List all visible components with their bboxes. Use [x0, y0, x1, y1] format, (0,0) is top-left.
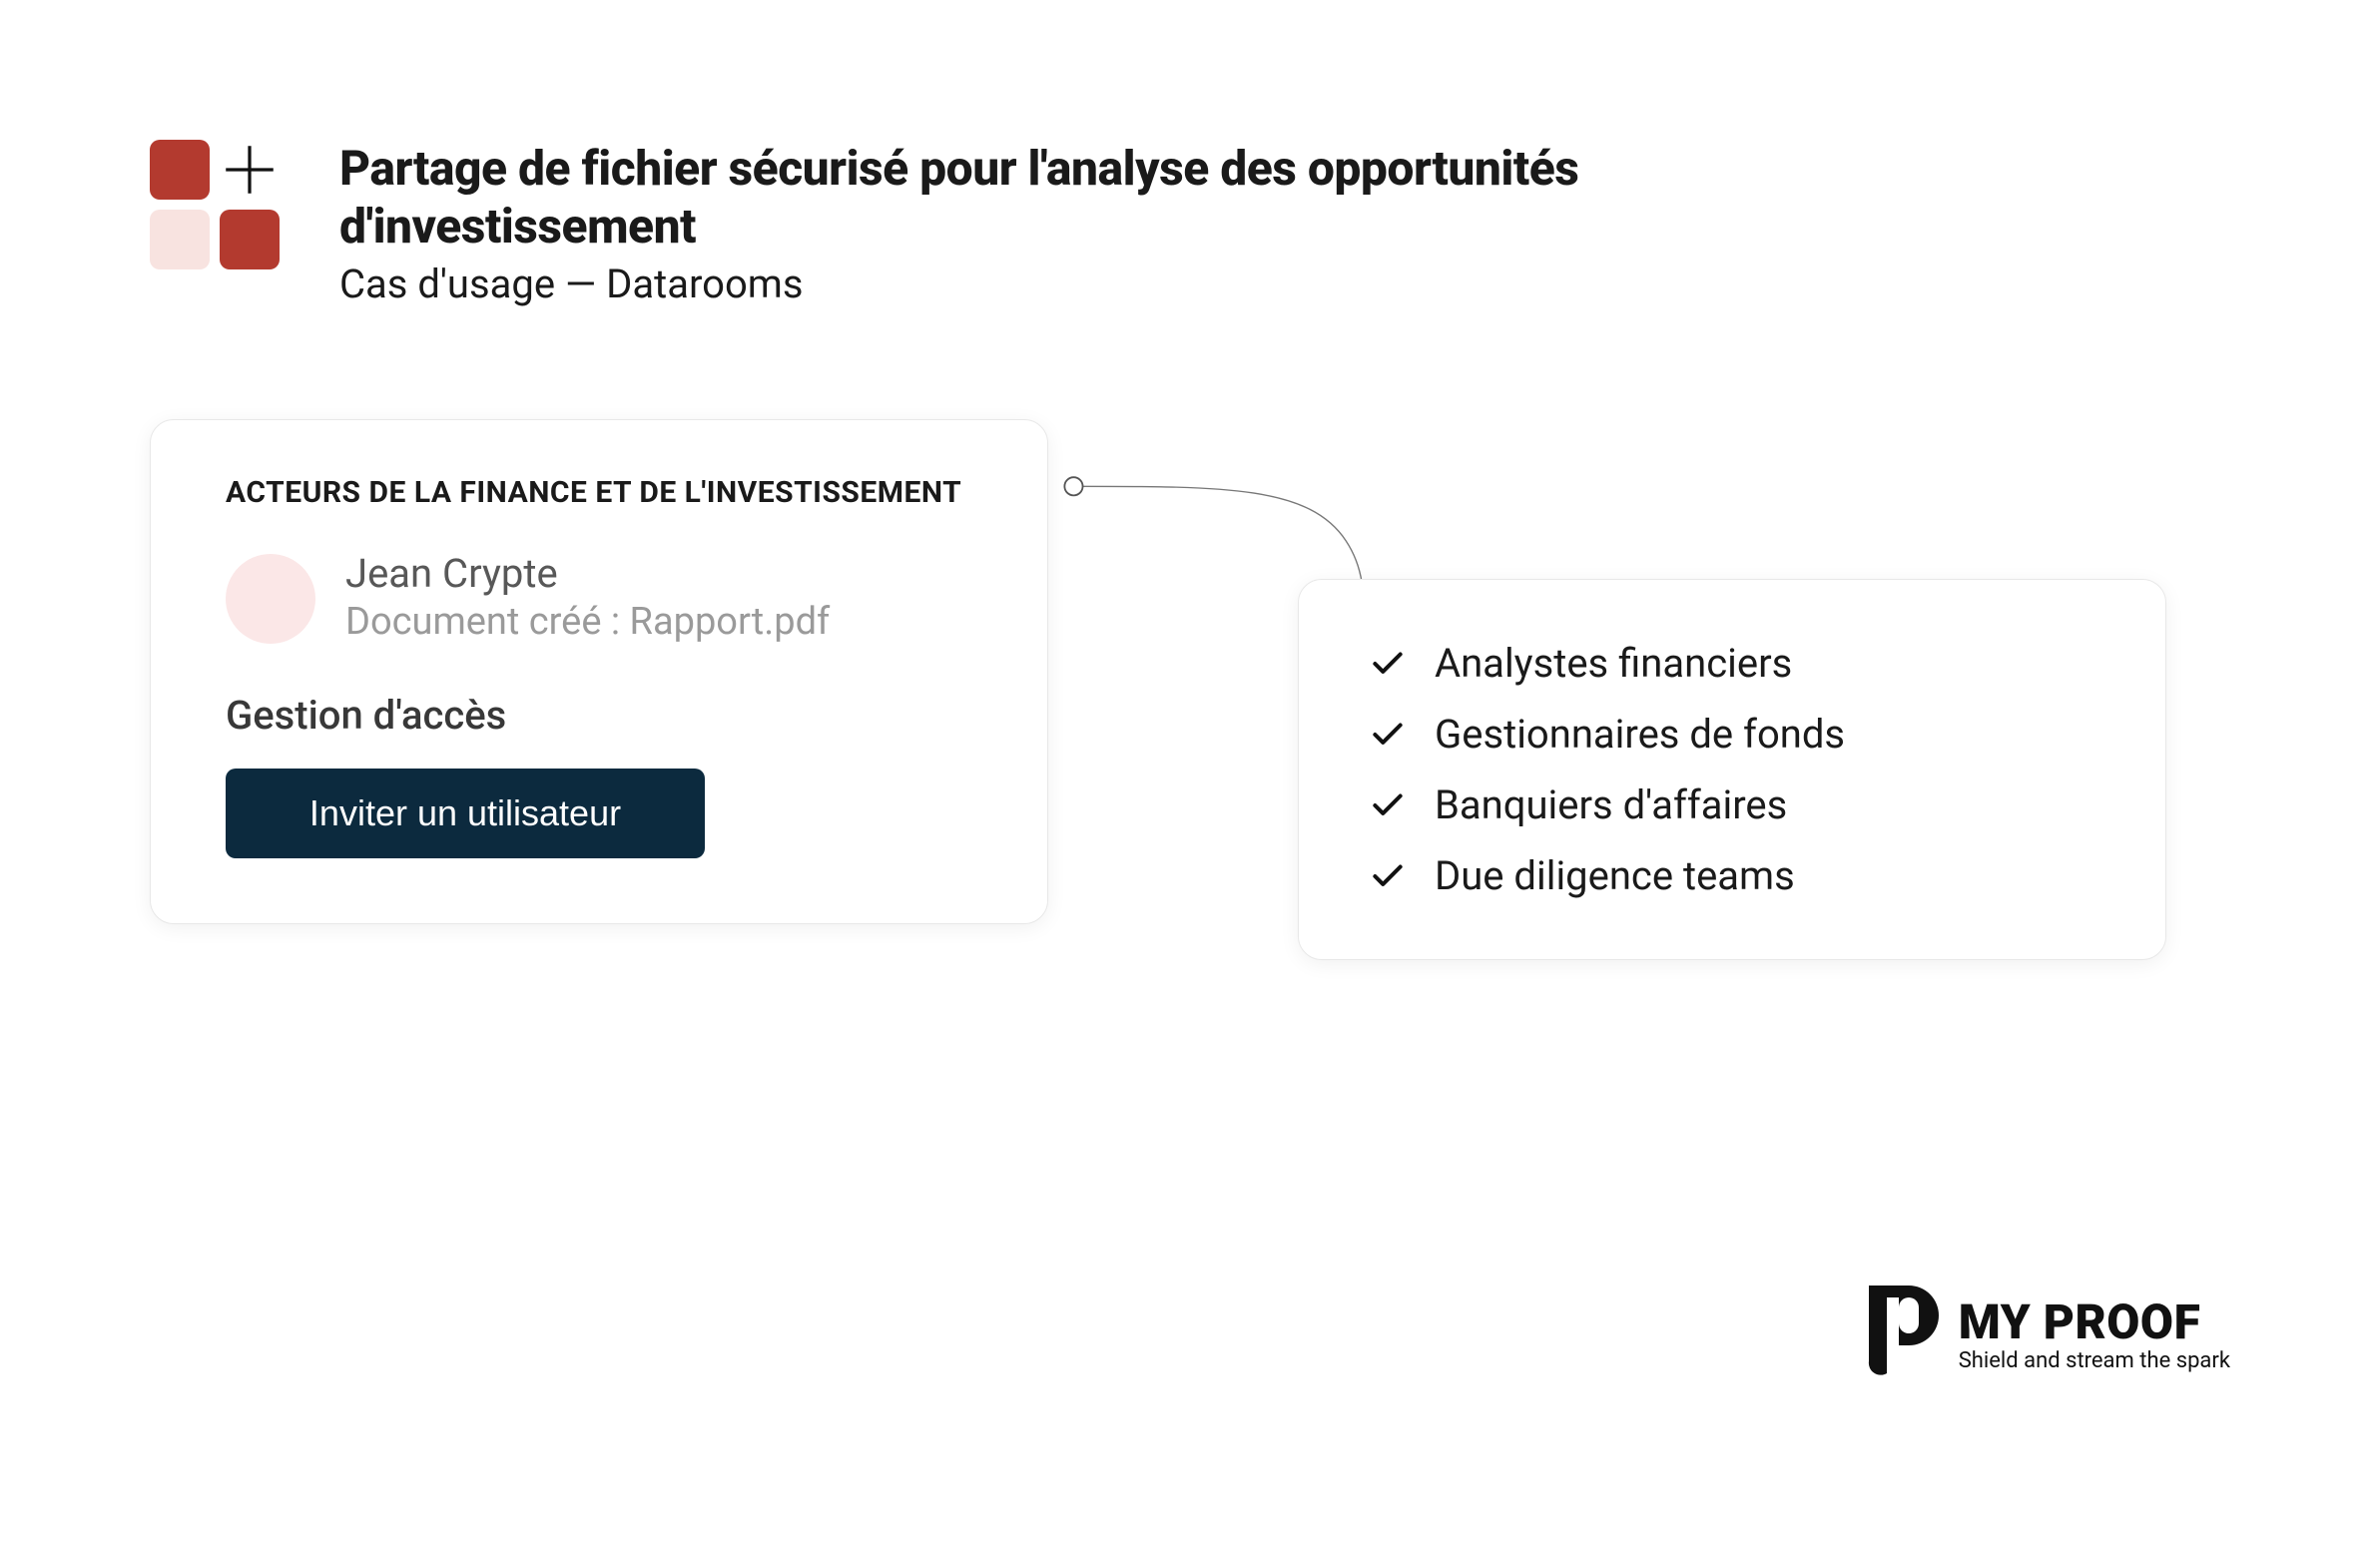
role-label: Banquiers d'affaires — [1435, 781, 1787, 828]
access-management-label: Gestion d'accès — [226, 692, 972, 739]
page-subtitle: Cas d'usage — Datarooms — [339, 260, 1837, 307]
section-label: ACTEURS DE LA FINANCE ET DE L'INVESTISSE… — [226, 475, 972, 510]
logo-square-bottom-right — [220, 210, 280, 269]
brand-name: MY PROOF — [1959, 1298, 2230, 1346]
avatar — [226, 554, 315, 644]
check-icon — [1369, 716, 1407, 754]
page-title: Partage de fichier sécurisé pour l'analy… — [339, 140, 1837, 255]
role-label: Gestionnaires de fonds — [1435, 711, 1845, 758]
brand-logo: MY PROOF Shield and stream the spark — [1859, 1286, 2230, 1385]
user-row: Jean Crypte Document créé : Rapport.pdf — [226, 550, 972, 647]
logo-icon — [150, 140, 280, 269]
invite-user-button[interactable]: Inviter un utilisateur — [226, 769, 705, 858]
list-item: Analystes financiers — [1369, 640, 2095, 687]
logo-square-top-left — [150, 140, 210, 200]
brand-mark-icon — [1859, 1286, 1939, 1385]
roles-list: Analystes financiers Gestionnaires de fo… — [1369, 640, 2095, 899]
user-name: Jean Crypte — [345, 550, 830, 598]
role-label: Analystes financiers — [1435, 640, 1792, 687]
document-created-label: Document créé : Rapport.pdf — [345, 598, 830, 647]
plus-icon — [220, 140, 280, 200]
logo-square-bottom-left — [150, 210, 210, 269]
brand-tagline: Shield and stream the spark — [1959, 1350, 2230, 1372]
check-icon — [1369, 857, 1407, 895]
roles-card: Analystes financiers Gestionnaires de fo… — [1298, 579, 2166, 960]
role-label: Due diligence teams — [1435, 852, 1795, 899]
check-icon — [1369, 786, 1407, 824]
list-item: Banquiers d'affaires — [1369, 781, 2095, 828]
page-header: Partage de fichier sécurisé pour l'analy… — [150, 140, 1837, 307]
list-item: Gestionnaires de fonds — [1369, 711, 2095, 758]
check-icon — [1369, 645, 1407, 683]
list-item: Due diligence teams — [1369, 852, 2095, 899]
actors-card: ACTEURS DE LA FINANCE ET DE L'INVESTISSE… — [150, 419, 1048, 924]
